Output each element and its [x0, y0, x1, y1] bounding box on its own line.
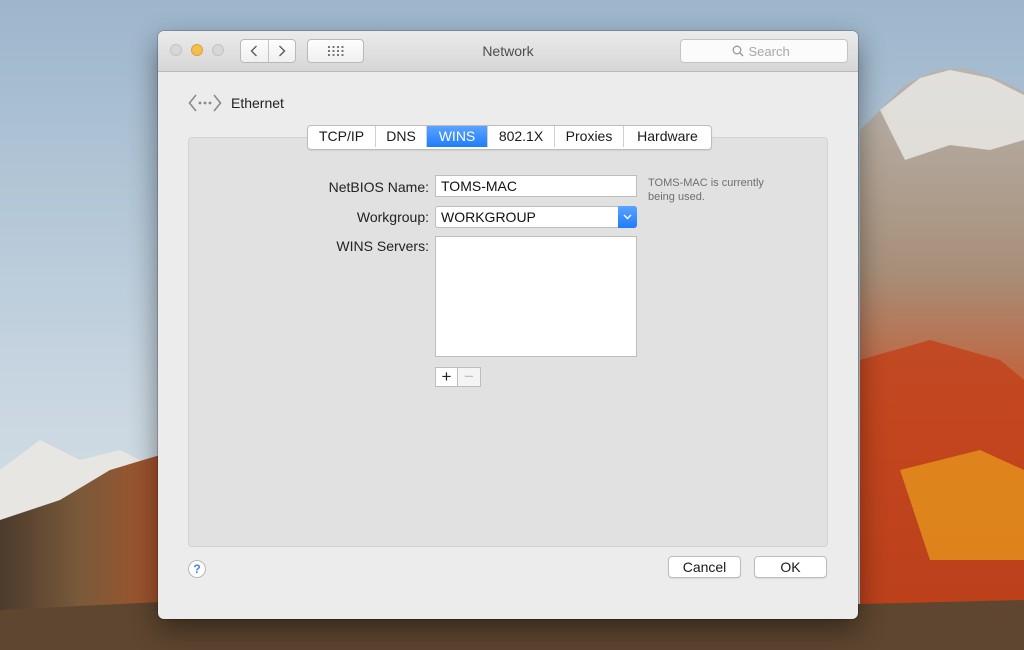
cancel-button[interactable]: Cancel	[668, 556, 741, 578]
wins-servers-label: WINS Servers:	[336, 238, 429, 254]
chevron-right-icon	[278, 45, 286, 57]
netbios-name-field[interactable]	[435, 175, 637, 197]
title-bar: Network	[158, 31, 858, 72]
interface-header: Ethernet	[188, 92, 284, 114]
chevron-left-icon	[250, 45, 258, 57]
netbios-status-note: TOMS-MAC is currently being used.	[648, 176, 764, 204]
show-all-button[interactable]	[307, 39, 364, 63]
tab-wins[interactable]: WINS	[426, 126, 487, 147]
chevron-down-icon	[618, 206, 637, 228]
search-input[interactable]	[748, 43, 797, 59]
minimize-window-button[interactable]	[191, 44, 203, 56]
workgroup-select[interactable]: WORKGROUP	[435, 206, 637, 228]
wins-servers-list[interactable]	[435, 236, 637, 357]
close-window-button[interactable]	[170, 44, 182, 56]
add-server-button[interactable]: +	[435, 367, 458, 387]
ethernet-icon	[188, 94, 222, 112]
tab-proxies[interactable]: Proxies	[554, 126, 623, 147]
settings-tabs: TCP/IP DNS WINS 802.1X Proxies Hardware	[307, 125, 712, 150]
netbios-status-line-1: TOMS-MAC is currently	[648, 177, 764, 189]
tab-hardware[interactable]: Hardware	[623, 126, 711, 147]
tab-dns[interactable]: DNS	[375, 126, 426, 147]
remove-server-button[interactable]: −	[458, 367, 481, 387]
search-icon	[732, 45, 743, 57]
workgroup-label: Workgroup:	[356, 209, 429, 225]
back-forward-control	[240, 39, 296, 63]
grid-icon	[327, 46, 343, 56]
workgroup-value: WORKGROUP	[441, 209, 536, 225]
netbios-name-label: NetBIOS Name:	[328, 179, 429, 195]
zoom-window-button[interactable]	[212, 44, 224, 56]
tab-802-1x[interactable]: 802.1X	[487, 126, 554, 147]
back-button[interactable]	[241, 40, 268, 62]
interface-name: Ethernet	[231, 95, 284, 111]
network-preferences-window: Network Ethernet TCP/IP DNS WINS 802.1X …	[158, 31, 858, 619]
ok-button[interactable]: OK	[754, 556, 827, 578]
search-field[interactable]	[680, 39, 848, 63]
netbios-status-line-2: being used.	[648, 191, 705, 203]
forward-button[interactable]	[267, 40, 296, 62]
tab-tcp-ip[interactable]: TCP/IP	[308, 126, 375, 147]
window-title: Network	[482, 43, 534, 59]
server-list-controls: + −	[435, 367, 481, 387]
help-button[interactable]: ?	[188, 560, 206, 578]
